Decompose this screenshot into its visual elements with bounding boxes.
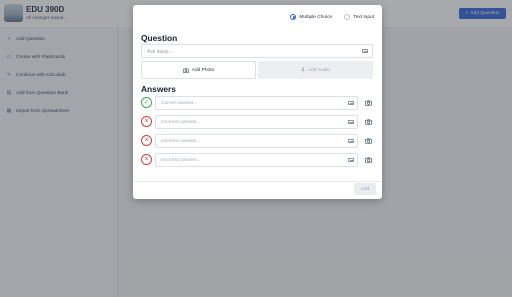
add-photo-button[interactable]: Add Photo [141,61,256,79]
question-heading: Question [141,33,178,43]
x-icon[interactable]: × [141,116,152,127]
camera-icon [364,119,372,125]
answer-input[interactable]: Incorrect answer... [155,134,358,148]
answer-row-incorrect: × Incorrect answer... [141,153,373,167]
check-icon[interactable]: ✓ [141,97,152,108]
answer-input[interactable]: Correct answer... [155,96,358,110]
camera-icon [364,157,372,163]
question-input[interactable]: Ask away... [141,44,373,58]
answer-input[interactable]: Incorrect answer... [155,153,358,167]
modal-footer-divider [133,181,382,182]
question-type-selector: Multiple Choice Text Input [290,14,374,20]
camera-icon [364,138,372,144]
add-audio-button: Add Audio [258,61,373,79]
answer-image-button[interactable] [362,153,374,167]
answer-image-button[interactable] [362,134,374,148]
keyboard-icon[interactable] [348,139,354,143]
answer-row-incorrect: × Incorrect answer... [141,134,373,148]
radio-selected-icon [290,14,297,20]
answers-heading: Answers [141,84,176,94]
answer-row-correct: ✓ Correct answer... [141,96,373,110]
answer-row-incorrect: × Incorrect answer... [141,115,373,129]
microphone-icon [301,67,305,73]
radio-unselected-icon [344,14,351,20]
answer-image-button[interactable] [362,115,374,129]
keyboard-icon[interactable] [362,49,368,53]
text-input-option[interactable]: Text Input [344,14,374,20]
add-button[interactable]: Add [354,183,376,195]
camera-icon [364,100,372,106]
keyboard-icon[interactable] [348,101,354,105]
x-icon[interactable]: × [141,154,152,165]
multiple-choice-option[interactable]: Multiple Choice [290,14,332,20]
answer-input[interactable]: Incorrect answer... [155,115,358,129]
keyboard-icon[interactable] [348,158,354,162]
keyboard-icon[interactable] [348,120,354,124]
question-modal: Multiple Choice Text Input Question Ask … [133,5,382,199]
x-icon[interactable]: × [141,135,152,146]
camera-icon [182,67,189,73]
answer-image-button[interactable] [362,96,374,110]
